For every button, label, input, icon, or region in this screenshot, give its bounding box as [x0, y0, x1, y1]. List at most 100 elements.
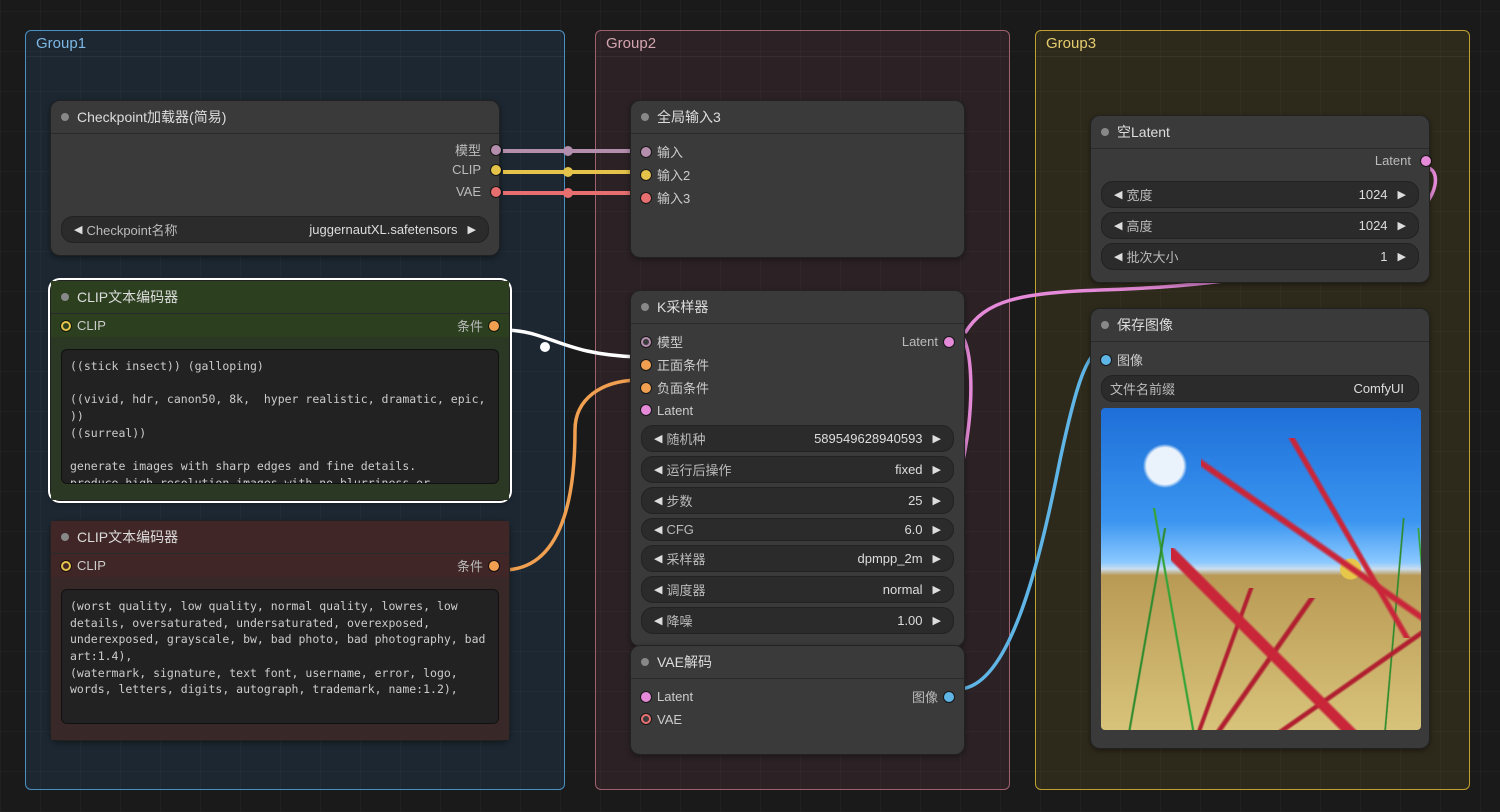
node-global-input-3[interactable]: 全局输入3 输入 输入2 输入3: [630, 100, 965, 258]
collapse-dot-icon[interactable]: [61, 293, 69, 301]
title-text: Checkpoint加载器(简易): [77, 107, 226, 127]
arrow-left-icon[interactable]: ◀: [650, 432, 666, 445]
port-out-clip[interactable]: [491, 165, 501, 175]
arrow-left-icon[interactable]: ◀: [70, 223, 86, 236]
widget-height[interactable]: ◀ 高度 1024 ▶: [1101, 212, 1419, 239]
arrow-left-icon[interactable]: ◀: [650, 523, 666, 536]
port-in-2[interactable]: [641, 170, 651, 180]
title-text: VAE解码: [657, 652, 712, 672]
arrow-right-icon[interactable]: ▶: [464, 223, 480, 236]
arrow-right-icon[interactable]: ▶: [929, 614, 945, 627]
arrow-right-icon[interactable]: ▶: [929, 494, 945, 507]
arrow-left-icon[interactable]: ◀: [650, 494, 666, 507]
widget-cfg[interactable]: ◀ CFG 6.0 ▶: [641, 518, 954, 541]
port-in-vae[interactable]: [641, 714, 651, 724]
arrow-left-icon[interactable]: ◀: [650, 614, 666, 627]
node-title[interactable]: CLIP文本编码器: [51, 521, 509, 554]
arrow-right-icon[interactable]: ▶: [1394, 250, 1410, 263]
positive-prompt-textarea[interactable]: ((stick insect)) (galloping) ((vivid, hd…: [61, 349, 499, 484]
title-text: 全局输入3: [657, 107, 721, 127]
widget-denoise[interactable]: ◀ 降噪 1.00 ▶: [641, 607, 954, 634]
widget-checkpoint-name[interactable]: ◀ Checkpoint名称 juggernautXL.safetensors …: [61, 216, 489, 243]
collapse-dot-icon[interactable]: [1101, 128, 1109, 136]
port-out-model[interactable]: [491, 145, 501, 155]
in-latent-label: Latent: [657, 403, 693, 418]
port-out-latent[interactable]: [1421, 156, 1431, 166]
out-vae-label: VAE: [456, 184, 481, 199]
generated-image-preview[interactable]: [1101, 408, 1421, 730]
out-cond-label: 条件: [457, 556, 483, 575]
port-in-latent[interactable]: [641, 405, 651, 415]
collapse-dot-icon[interactable]: [1101, 321, 1109, 329]
node-checkpoint-loader[interactable]: Checkpoint加载器(简易) 模型 CLIP VAE ◀ Checkpoi…: [50, 100, 500, 256]
node-title[interactable]: Checkpoint加载器(简易): [51, 101, 499, 134]
widget-batch[interactable]: ◀ 批次大小 1 ▶: [1101, 243, 1419, 270]
node-title[interactable]: K采样器: [631, 291, 964, 324]
arrow-left-icon[interactable]: ◀: [650, 552, 666, 565]
negative-prompt-textarea[interactable]: (worst quality, low quality, normal qual…: [61, 589, 499, 724]
out-cond-label: 条件: [457, 316, 483, 335]
collapse-dot-icon[interactable]: [641, 303, 649, 311]
title-text: CLIP文本编码器: [77, 527, 178, 547]
arrow-left-icon[interactable]: ◀: [1110, 219, 1126, 232]
node-vae-decode[interactable]: VAE解码 Latent 图像 VAE: [630, 645, 965, 755]
widget-steps[interactable]: ◀ 步数 25 ▶: [641, 487, 954, 514]
in2-label: 输入2: [657, 165, 690, 184]
collapse-dot-icon[interactable]: [641, 658, 649, 666]
widget-seed[interactable]: ◀ 随机种 589549628940593 ▶: [641, 425, 954, 452]
node-clip-encode-positive[interactable]: CLIP文本编码器 CLIP 条件 ((stick insect)) (gall…: [50, 280, 510, 501]
node-title[interactable]: 保存图像: [1091, 309, 1429, 342]
in-pos-label: 正面条件: [657, 355, 709, 374]
port-out-latent[interactable]: [944, 337, 954, 347]
widget-sampler[interactable]: ◀ 采样器 dpmpp_2m ▶: [641, 545, 954, 572]
node-save-image[interactable]: 保存图像 图像 文件名前缀 ComfyUI: [1090, 308, 1430, 749]
arrow-right-icon[interactable]: ▶: [929, 463, 945, 476]
node-title[interactable]: VAE解码: [631, 646, 964, 679]
arrow-left-icon[interactable]: ◀: [650, 583, 666, 596]
arrow-right-icon[interactable]: ▶: [1394, 219, 1410, 232]
port-out-cond[interactable]: [489, 561, 499, 571]
port-in-3[interactable]: [641, 193, 651, 203]
in-vae-label: VAE: [657, 712, 682, 727]
node-ksampler[interactable]: K采样器 模型 Latent 正面条件 负面条件 Latent ◀ 随: [630, 290, 965, 647]
arrow-left-icon[interactable]: ◀: [1110, 188, 1126, 201]
title-text: 空Latent: [1117, 122, 1170, 142]
port-in-1[interactable]: [641, 147, 651, 157]
title-text: K采样器: [657, 297, 708, 317]
arrow-right-icon[interactable]: ▶: [929, 523, 945, 536]
widget-width[interactable]: ◀ 宽度 1024 ▶: [1101, 181, 1419, 208]
collapse-dot-icon[interactable]: [641, 113, 649, 121]
port-out-cond[interactable]: [489, 321, 499, 331]
port-in-latent[interactable]: [641, 692, 651, 702]
title-text: CLIP文本编码器: [77, 287, 178, 307]
arrow-left-icon[interactable]: ◀: [1110, 250, 1126, 263]
node-clip-encode-negative[interactable]: CLIP文本编码器 CLIP 条件 (worst quality, low qu…: [50, 520, 510, 741]
port-in-model[interactable]: [641, 337, 651, 347]
out-image-label: 图像: [912, 687, 938, 706]
arrow-right-icon[interactable]: ▶: [929, 552, 945, 565]
widget-after-generate[interactable]: ◀ 运行后操作 fixed ▶: [641, 456, 954, 483]
arrow-right-icon[interactable]: ▶: [929, 583, 945, 596]
port-in-clip[interactable]: [61, 321, 71, 331]
in1-label: 输入: [657, 142, 683, 161]
collapse-dot-icon[interactable]: [61, 533, 69, 541]
port-out-image[interactable]: [944, 692, 954, 702]
port-in-image[interactable]: [1101, 355, 1111, 365]
widget-scheduler[interactable]: ◀ 调度器 normal ▶: [641, 576, 954, 603]
arrow-right-icon[interactable]: ▶: [1394, 188, 1410, 201]
port-in-positive[interactable]: [641, 360, 651, 370]
port-in-clip[interactable]: [61, 561, 71, 571]
node-title[interactable]: CLIP文本编码器: [51, 281, 509, 314]
node-title[interactable]: 空Latent: [1091, 116, 1429, 149]
out-clip-label: CLIP: [452, 162, 481, 177]
arrow-left-icon[interactable]: ◀: [650, 463, 666, 476]
node-empty-latent[interactable]: 空Latent Latent ◀ 宽度 1024 ▶ ◀ 高度 1024 ▶ ◀…: [1090, 115, 1430, 283]
port-in-negative[interactable]: [641, 383, 651, 393]
widget-filename-prefix[interactable]: 文件名前缀 ComfyUI: [1101, 375, 1419, 402]
node-title[interactable]: 全局输入3: [631, 101, 964, 134]
in-model-label: 模型: [657, 332, 683, 351]
group-3-title: Group3: [1036, 31, 1469, 57]
arrow-right-icon[interactable]: ▶: [929, 432, 945, 445]
port-out-vae[interactable]: [491, 187, 501, 197]
collapse-dot-icon[interactable]: [61, 113, 69, 121]
